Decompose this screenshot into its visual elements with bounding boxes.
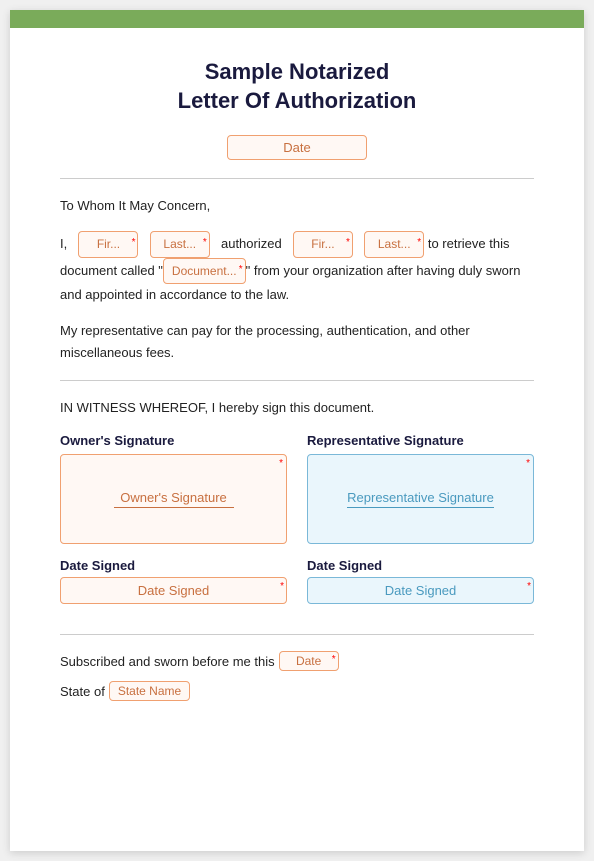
rep-date-wrapper: Date Signed * (307, 577, 534, 604)
date-input[interactable]: Date (227, 135, 367, 160)
rep-sig-required: * (526, 458, 530, 469)
first1-wrapper: Fir... * (78, 231, 138, 257)
last1-wrapper: Last... * (150, 231, 210, 257)
rep-sig-col: Representative Signature * Representativ… (307, 433, 534, 544)
rep-sig-box[interactable]: * Representative Signature (307, 454, 534, 544)
owner-sig-col: Owner's Signature * Owner's Signature (60, 433, 287, 544)
rep-sig-label: Representative Signature (307, 433, 534, 448)
rep-sig-text: Representative Signature (347, 490, 494, 508)
witness-text: IN WITNESS WHEREOF, I hereby sign this d… (60, 397, 534, 419)
rep-date-required: * (527, 581, 531, 592)
rep-date-input[interactable]: Date Signed (307, 577, 534, 604)
owner-sig-box[interactable]: * Owner's Signature (60, 454, 287, 544)
last2-wrapper: Last... * (364, 231, 424, 257)
owner-date-required: * (280, 581, 284, 592)
paragraph-2: My representative can pay for the proces… (60, 320, 534, 364)
owner-date-wrapper: Date Signed * (60, 577, 287, 604)
salutation: To Whom It May Concern, (60, 195, 534, 217)
owner-sig-required: * (279, 458, 283, 469)
subscribed-date-required: * (332, 654, 336, 665)
date-field-container: Date (60, 135, 534, 160)
owner-date-label: Date Signed (60, 558, 287, 573)
rep-date-label: Date Signed (307, 558, 534, 573)
owner-date-input[interactable]: Date Signed (60, 577, 287, 604)
page-title: Sample Notarized Letter Of Authorization (60, 58, 534, 115)
first2-required: * (346, 234, 350, 251)
page: Sample Notarized Letter Of Authorization… (10, 10, 584, 851)
document-input[interactable]: Document... (163, 258, 246, 284)
divider-top (60, 178, 534, 179)
last1-required: * (203, 234, 207, 251)
subscribed-date-input[interactable]: Date (279, 651, 339, 671)
divider-middle (60, 380, 534, 381)
first2-input[interactable]: Fir... (293, 231, 353, 257)
date-signed-row: Date Signed Date Signed * Date Signed Da… (60, 558, 534, 604)
rep-date-col: Date Signed Date Signed * (307, 558, 534, 604)
date-field-wrapper: Date (227, 135, 367, 160)
divider-bottom (60, 634, 534, 635)
owner-sig-text: Owner's Signature (114, 490, 234, 508)
first1-input[interactable]: Fir... (78, 231, 138, 257)
last2-required: * (417, 234, 421, 251)
document-wrapper: Document...* (163, 258, 246, 284)
state-name-input[interactable]: State Name (109, 681, 190, 701)
paragraph-1: I, Fir... * Last... * authorized Fir... … (60, 231, 534, 306)
owner-sig-label: Owner's Signature (60, 433, 287, 448)
content: Sample Notarized Letter Of Authorization… (10, 28, 584, 741)
state-row: State of State Name (60, 681, 534, 701)
signature-section: Owner's Signature * Owner's Signature Re… (60, 433, 534, 544)
subscribed-date-wrapper: Date * (279, 651, 339, 671)
subscribed-row: Subscribed and sworn before me this Date… (60, 651, 534, 671)
document-required: * (239, 261, 243, 278)
top-bar (10, 10, 584, 28)
last1-input[interactable]: Last... (150, 231, 210, 257)
first2-wrapper: Fir... * (293, 231, 353, 257)
state-name-wrapper: State Name (109, 681, 190, 701)
last2-input[interactable]: Last... (364, 231, 424, 257)
first1-required: * (132, 234, 136, 251)
owner-date-col: Date Signed Date Signed * (60, 558, 287, 604)
